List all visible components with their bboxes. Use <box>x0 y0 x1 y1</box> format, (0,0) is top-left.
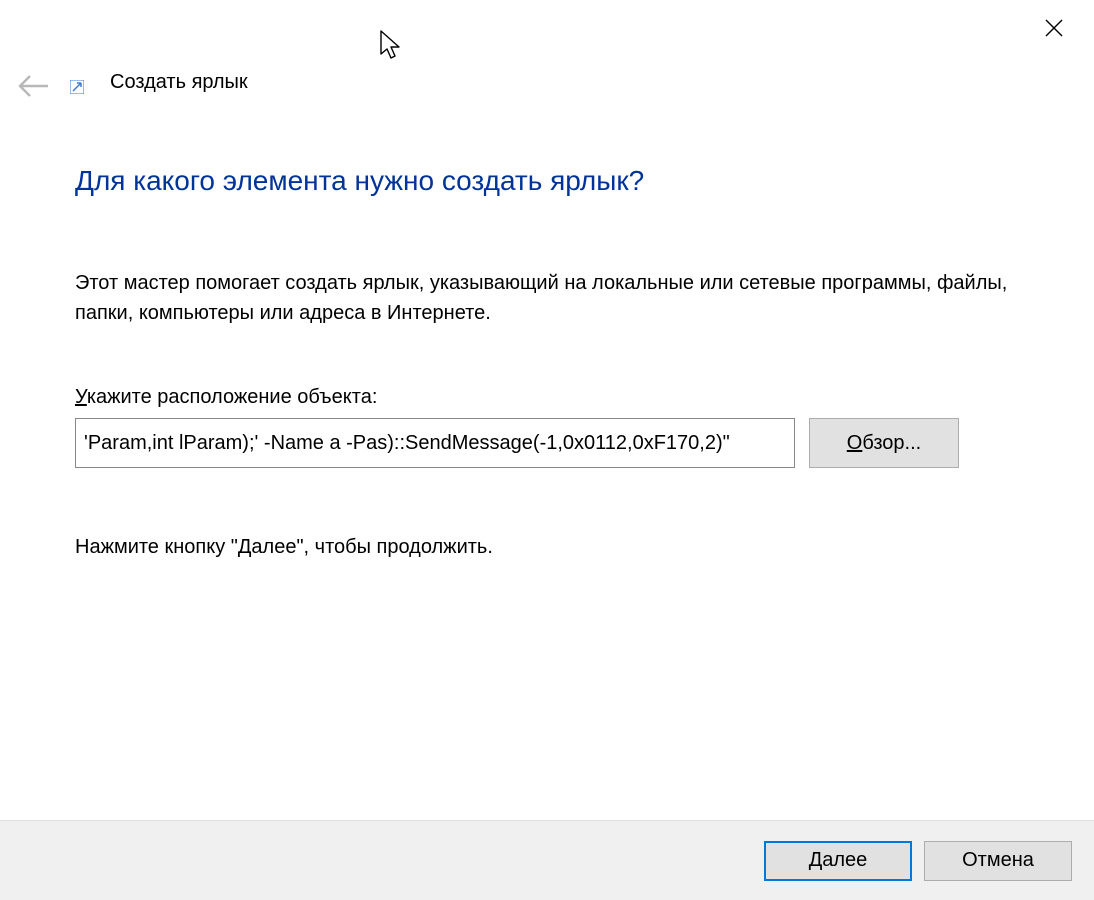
cancel-button[interactable]: Отмена <box>924 841 1072 881</box>
shortcut-icon <box>70 80 84 94</box>
location-label-text: кажите расположение объекта: <box>87 386 378 408</box>
instruction-text: Нажмите кнопку "Далее", чтобы продолжить… <box>75 536 493 559</box>
cursor-icon <box>380 30 404 67</box>
location-input[interactable] <box>75 418 795 468</box>
description-text: Этот мастер помогает создать ярлык, указ… <box>75 268 1014 328</box>
page-heading: Для какого элемента нужно создать ярлык? <box>75 165 644 197</box>
close-icon <box>1045 19 1063 37</box>
next-button[interactable]: Далее <box>764 841 912 881</box>
wizard-title: Создать ярлык <box>110 71 248 94</box>
back-arrow-icon <box>18 74 50 98</box>
access-key-underline: У <box>75 386 87 408</box>
browse-access-key: О <box>847 432 863 454</box>
back-button <box>18 74 50 103</box>
browse-button-label: бзор... <box>862 432 921 454</box>
footer-bar: Далее Отмена <box>0 820 1094 900</box>
location-label: Укажите расположение объекта: <box>75 386 377 409</box>
close-button[interactable] <box>1038 12 1070 44</box>
browse-button[interactable]: Обзор... <box>809 418 959 468</box>
